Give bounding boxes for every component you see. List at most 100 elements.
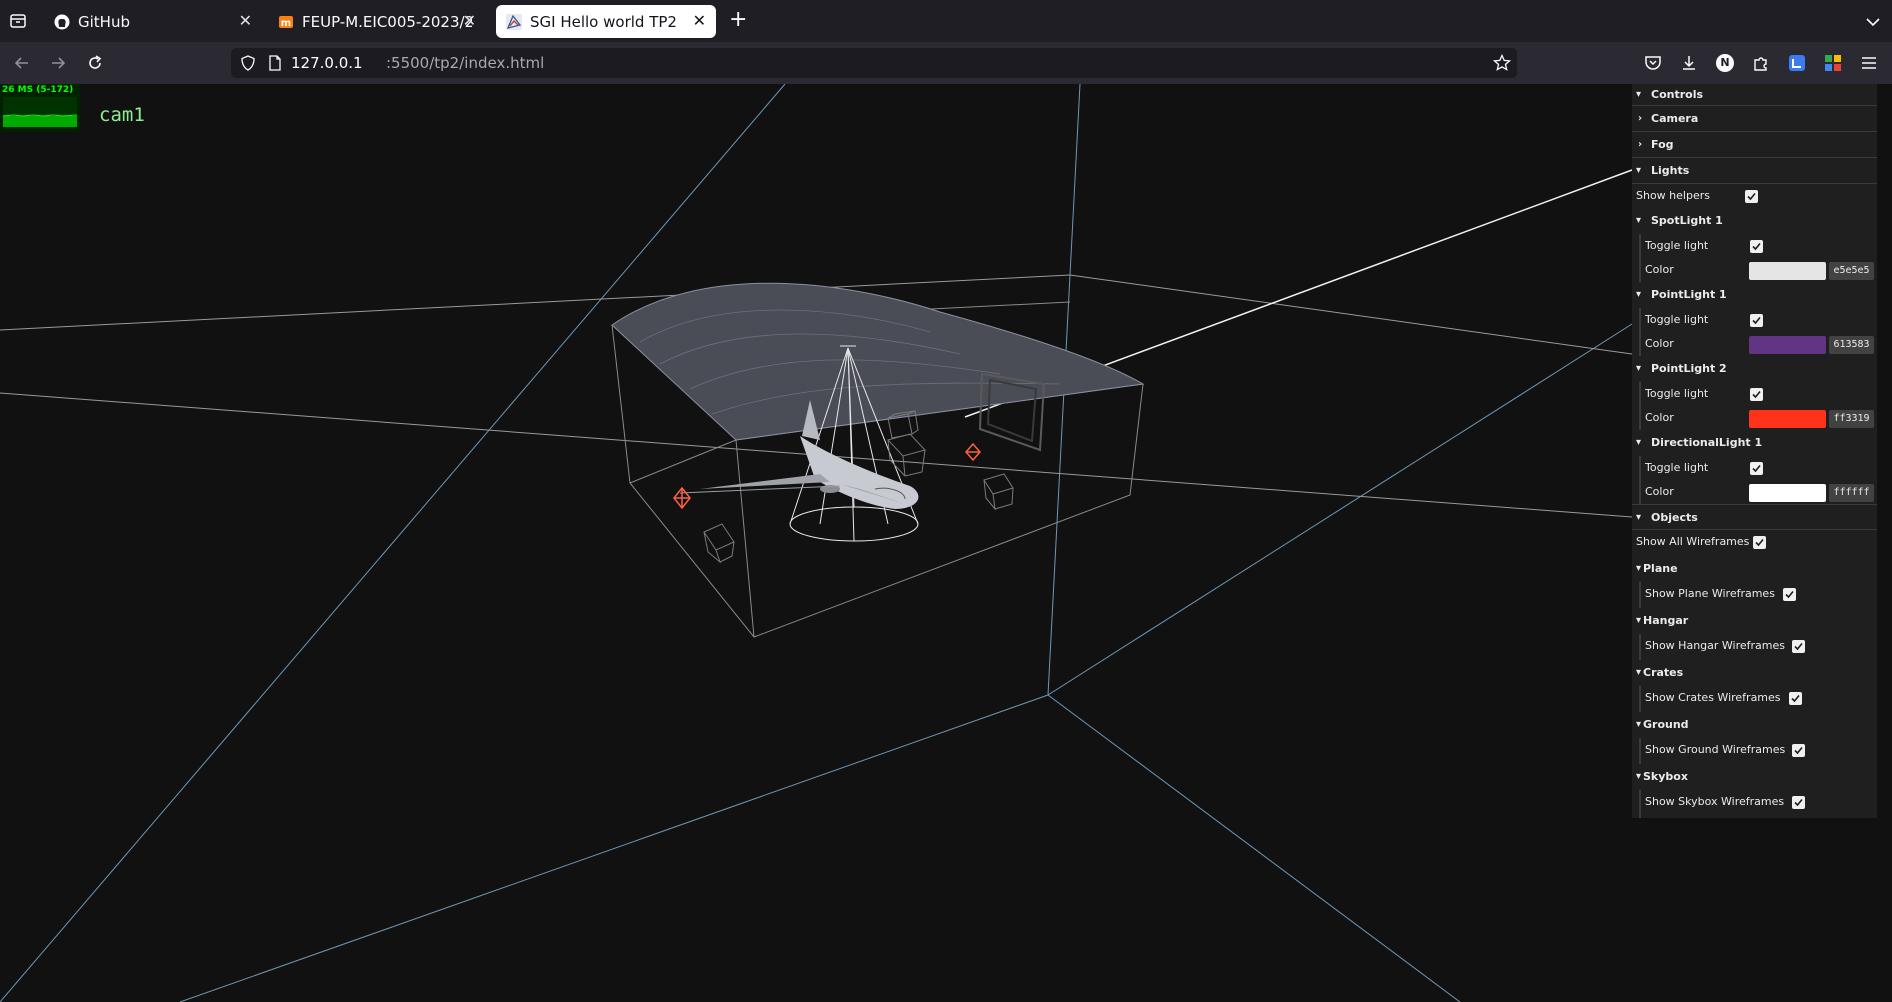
- downloads-button[interactable]: [1679, 53, 1699, 73]
- chevron-down-icon: ▾: [1636, 667, 1642, 678]
- pointlight2-folder[interactable]: ▾ PointLight 2: [1632, 356, 1877, 382]
- color-hex-input[interactable]: 613583: [1829, 336, 1874, 354]
- reload-button[interactable]: [85, 53, 105, 73]
- close-icon[interactable]: ✕: [693, 12, 706, 30]
- tab-github[interactable]: GitHub ✕: [44, 5, 262, 38]
- skybox-folder[interactable]: ▾ Skybox: [1632, 764, 1877, 790]
- color-hex-input[interactable]: ff3319: [1829, 410, 1874, 428]
- tab-overview-icon: [10, 14, 26, 28]
- new-tab-button[interactable]: +: [729, 8, 749, 34]
- profile-avatar: N: [1716, 54, 1734, 72]
- ground-wireframes-row: Show Ground Wireframes: [1641, 738, 1877, 764]
- page-info-icon[interactable]: [267, 55, 283, 75]
- list-all-tabs-button[interactable]: [1864, 13, 1882, 31]
- toggle-light-checkbox[interactable]: [1750, 388, 1763, 401]
- stats-panel[interactable]: 26 MS (5-172): [0, 84, 80, 132]
- pointlight1-folder[interactable]: ▾ PointLight 1: [1632, 282, 1877, 308]
- hangar-wireframes-checkbox[interactable]: [1792, 640, 1805, 653]
- account-button[interactable]: N: [1715, 53, 1735, 73]
- toggle-light-row: Toggle light: [1641, 234, 1877, 258]
- shield-icon[interactable]: [240, 55, 256, 75]
- point-light-helper-1: [673, 486, 691, 510]
- tab-sgi[interactable]: SGI Hello world TP2 ✕: [496, 5, 716, 38]
- extension-grid-button[interactable]: [1823, 53, 1843, 73]
- color-swatch[interactable]: [1749, 336, 1826, 354]
- github-icon: [54, 14, 70, 30]
- color-hex-input[interactable]: e5e5e5: [1829, 262, 1874, 280]
- chevron-down-icon: ▾: [1636, 165, 1642, 176]
- hangar-wireframes-row: Show Hangar Wireframes: [1641, 634, 1877, 660]
- chevron-down-icon: ▾: [1636, 615, 1642, 626]
- back-button[interactable]: [12, 53, 32, 73]
- chevron-down-icon: ▾: [1636, 719, 1642, 730]
- objects-folder[interactable]: ▾ Objects: [1632, 504, 1877, 530]
- point-light-helper-2: [965, 442, 981, 462]
- color-swatch[interactable]: [1749, 410, 1826, 428]
- color-row: Color 613583: [1641, 332, 1877, 356]
- chevron-down-icon: ▾: [1636, 437, 1642, 448]
- chevron-down-icon: ▾: [1636, 289, 1642, 300]
- ground-wireframes-checkbox[interactable]: [1792, 744, 1805, 757]
- bookmark-star-icon[interactable]: [1492, 53, 1512, 76]
- chevron-down-icon: ▾: [1636, 89, 1642, 100]
- lights-folder[interactable]: ▾ Lights: [1632, 158, 1877, 184]
- fog-folder[interactable]: › Fog: [1632, 132, 1877, 158]
- tab-overview-button[interactable]: [9, 12, 27, 30]
- extensions-button[interactable]: [1751, 53, 1771, 73]
- show-all-wireframes-checkbox[interactable]: [1753, 536, 1766, 549]
- toggle-light-checkbox[interactable]: [1750, 462, 1763, 475]
- color-hex-input[interactable]: ffffff: [1829, 484, 1874, 502]
- tab-label: GitHub: [78, 12, 130, 31]
- pocket-button[interactable]: [1643, 53, 1663, 73]
- crates-controls: Show Crates Wireframes: [1639, 686, 1877, 712]
- forward-button[interactable]: [48, 53, 68, 73]
- pocket-icon: [1645, 56, 1661, 70]
- directionallight1-controls: Toggle light Color ffffff: [1639, 456, 1877, 504]
- show-helpers-row: Show helpers: [1632, 184, 1877, 208]
- chevron-down-icon: ▾: [1636, 512, 1642, 523]
- camera-folder[interactable]: › Camera: [1632, 106, 1877, 132]
- toggle-light-row: Toggle light: [1641, 456, 1877, 480]
- address-bar[interactable]: 127.0.0.1 :5500/tp2/index.html: [231, 48, 1517, 78]
- chevron-down-icon: ▾: [1636, 563, 1642, 574]
- menu-button[interactable]: [1859, 53, 1879, 73]
- toggle-light-checkbox[interactable]: [1750, 314, 1763, 327]
- checkmark-icon: [1755, 538, 1764, 547]
- crates-folder[interactable]: ▾ Crates: [1632, 660, 1877, 686]
- hangar-roof: [611, 282, 1145, 441]
- color-swatch[interactable]: [1749, 484, 1826, 502]
- moodle-icon: m: [278, 14, 294, 30]
- crates-wireframes-checkbox[interactable]: [1789, 692, 1802, 705]
- directionallight1-folder[interactable]: ▾ DirectionalLight 1: [1632, 430, 1877, 456]
- toggle-light-checkbox[interactable]: [1750, 240, 1763, 253]
- ground-controls: Show Ground Wireframes: [1639, 738, 1877, 764]
- tab-moodle[interactable]: m FEUP-M.EIC005-2023/202 ✕: [268, 5, 486, 38]
- scene-render: [0, 84, 1872, 1002]
- checkmark-icon: [1752, 242, 1761, 251]
- toggle-light-row: Toggle light: [1641, 382, 1877, 406]
- download-icon: [1683, 56, 1695, 70]
- extension-blue-button[interactable]: [1787, 53, 1807, 73]
- close-icon[interactable]: ✕: [463, 12, 476, 30]
- controls-header[interactable]: ▾ Controls: [1632, 84, 1877, 106]
- plane-folder[interactable]: ▾ Plane: [1632, 556, 1877, 582]
- extension-icon: [1789, 55, 1805, 71]
- show-all-wireframes-row: Show All Wireframes: [1632, 530, 1877, 556]
- checkmark-icon: [1752, 316, 1761, 325]
- plane-wireframes-checkbox[interactable]: [1783, 588, 1796, 601]
- webgl-canvas[interactable]: 26 MS (5-172) cam1: [0, 84, 1892, 1002]
- chevron-right-icon: ›: [1638, 113, 1643, 124]
- chevron-down-icon: [1866, 18, 1880, 27]
- checkmark-icon: [1794, 642, 1803, 651]
- color-swatch[interactable]: [1749, 262, 1826, 280]
- ground-folder[interactable]: ▾ Ground: [1632, 712, 1877, 738]
- spotlight1-folder[interactable]: ▾ SpotLight 1: [1632, 208, 1877, 234]
- camera-label: cam1: [99, 104, 145, 126]
- hangar-folder[interactable]: ▾ Hangar: [1632, 608, 1877, 634]
- close-icon[interactable]: ✕: [239, 12, 252, 30]
- checkmark-icon: [1752, 390, 1761, 399]
- plane-wireframes-row: Show Plane Wireframes: [1641, 582, 1877, 608]
- show-helpers-checkbox[interactable]: [1745, 190, 1758, 203]
- chevron-right-icon: ›: [1638, 139, 1643, 150]
- skybox-wireframes-checkbox[interactable]: [1792, 796, 1805, 809]
